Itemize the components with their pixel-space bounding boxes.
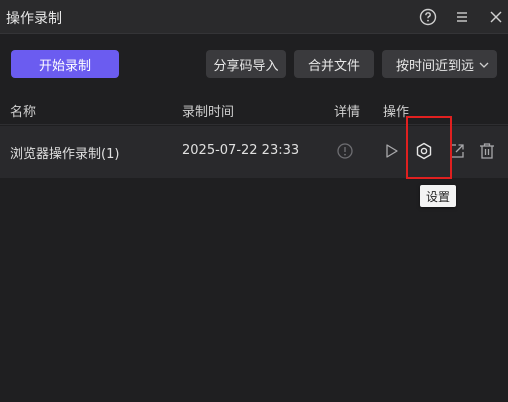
table-row[interactable]: 浏览器操作录制(1) 2025-07-22 23:33 (0, 126, 508, 178)
settings-tooltip: 设置 (420, 185, 456, 207)
menu-icon[interactable] (452, 7, 472, 27)
sort-select[interactable]: 按时间近到远 (382, 50, 497, 78)
help-icon[interactable] (418, 7, 438, 27)
column-header-time: 录制时间 (182, 105, 235, 120)
merge-files-button[interactable]: 合并文件 (294, 50, 374, 78)
play-icon[interactable] (381, 141, 401, 161)
sort-select-label: 按时间近到远 (396, 58, 475, 74)
export-icon[interactable] (447, 141, 467, 161)
recording-time: 2025-07-22 23:33 (182, 143, 300, 158)
app-window: 操作录制 开始录制 分享码导入 合并文件 按时间近到远 名称 录制时间 详情 操… (0, 0, 508, 402)
delete-icon[interactable] (477, 141, 497, 161)
window-title: 操作录制 (6, 11, 62, 27)
share-code-import-button[interactable]: 分享码导入 (206, 50, 286, 78)
table-header: 名称 录制时间 详情 操作 (0, 94, 508, 125)
close-icon[interactable] (486, 7, 506, 27)
chevron-down-icon (479, 59, 489, 69)
column-header-ops: 操作 (383, 105, 410, 120)
info-icon[interactable] (335, 141, 355, 161)
column-header-detail: 详情 (334, 105, 361, 120)
start-recording-button[interactable]: 开始录制 (11, 50, 119, 78)
toolbar: 开始录制 分享码导入 合并文件 按时间近到远 (0, 34, 508, 94)
title-bar: 操作录制 (0, 0, 508, 34)
recording-name: 浏览器操作录制(1) (10, 147, 120, 162)
settings-icon[interactable] (414, 141, 434, 161)
column-header-name: 名称 (10, 105, 37, 120)
